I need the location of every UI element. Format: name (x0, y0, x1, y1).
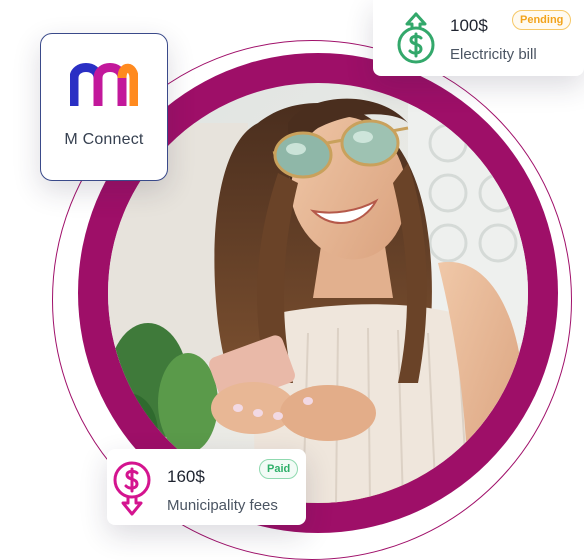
m-connect-logo-icon (69, 60, 139, 113)
bill-description: Electricity bill (450, 46, 537, 63)
fees-description: Municipality fees (167, 497, 278, 514)
app-name: M Connect (64, 131, 144, 148)
woman-with-phone-photo (108, 83, 528, 503)
bill-amount: 100$ (450, 16, 488, 35)
dollar-up-arrow-icon (395, 12, 437, 69)
fees-amount: 160$ (167, 467, 205, 486)
status-badge-pending: Pending (512, 10, 572, 30)
status-badge-paid: Paid (259, 459, 299, 479)
electricity-bill-card[interactable]: 100$ Electricity bill Pending (373, 0, 584, 76)
dollar-down-arrow-icon (111, 461, 153, 522)
app-card[interactable]: M Connect (40, 33, 168, 181)
municipality-fees-card[interactable]: 160$ Municipality fees Paid (107, 449, 306, 525)
